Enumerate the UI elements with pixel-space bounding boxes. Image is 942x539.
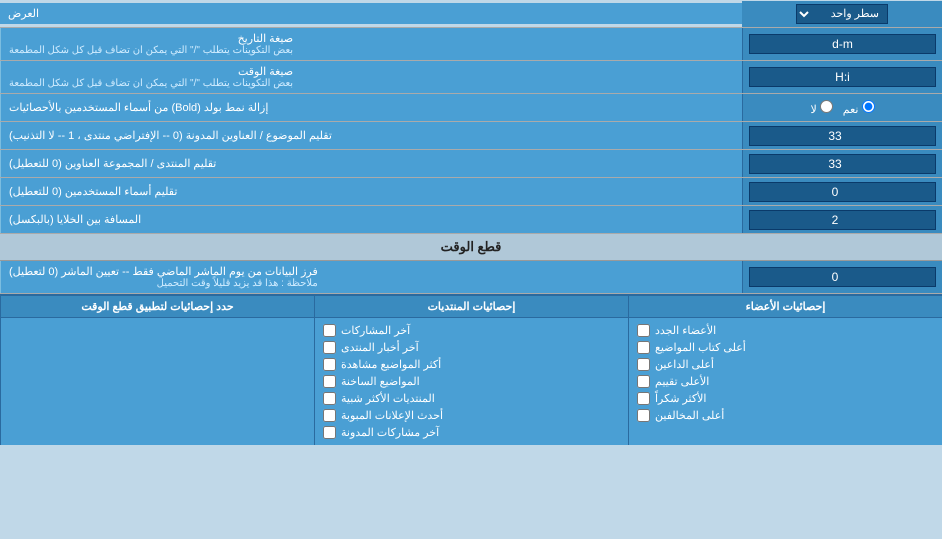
- topic-titles-input-cell: [742, 122, 942, 149]
- check-most-viewed: أكثر المواضيع مشاهدة: [323, 356, 620, 373]
- check-hot-topics: المواضيع الساخنة: [323, 373, 620, 390]
- cutoff-input-cell: [742, 261, 942, 293]
- cell-spacing-input-cell: [742, 206, 942, 233]
- cb-top-referrers[interactable]: [637, 358, 650, 371]
- cell-spacing-row: المسافة بين الخلايا (بالبكسل): [0, 206, 942, 234]
- wrap-row: سطر واحد متعدد الأسطر العرض: [0, 0, 942, 28]
- limit-col: [0, 318, 314, 445]
- radio-yes-label[interactable]: نعم: [843, 100, 875, 116]
- topic-titles-row: تقليم الموضوع / العناوين المدونة (0 -- ا…: [0, 122, 942, 150]
- cb-most-viewed[interactable]: [323, 358, 336, 371]
- forum-titles-row: تقليم المنتدى / المجموعة العناوين (0 للت…: [0, 150, 942, 178]
- forum-titles-input-cell: [742, 150, 942, 177]
- check-last-posts: آخر المشاركات: [323, 322, 620, 339]
- cell-spacing-label: المسافة بين الخلايا (بالبكسل): [0, 206, 742, 233]
- topic-titles-label: تقليم الموضوع / العناوين المدونة (0 -- ا…: [0, 122, 742, 149]
- cutoff-label: فرز البيانات من يوم الماشر الماضي فقط --…: [0, 261, 742, 293]
- date-format-input[interactable]: [749, 34, 936, 54]
- check-top-rated: الأعلى تقييم: [637, 373, 934, 390]
- check-blog-posts: آخر مشاركات المدونة: [323, 424, 620, 441]
- topic-titles-input[interactable]: [749, 126, 936, 146]
- cb-top-warned[interactable]: [637, 409, 650, 422]
- cb-classifieds[interactable]: [323, 409, 336, 422]
- usernames-input[interactable]: [749, 182, 936, 202]
- cutoff-row: فرز البيانات من يوم الماشر الماضي فقط --…: [0, 261, 942, 294]
- check-most-thanks: الأكثر شكراً: [637, 390, 934, 407]
- cb-forum-news[interactable]: [323, 341, 336, 354]
- forum-titles-label: تقليم المنتدى / المجموعة العناوين (0 للت…: [0, 150, 742, 177]
- cb-top-rated[interactable]: [637, 375, 650, 388]
- cb-blog-posts[interactable]: [323, 426, 336, 439]
- check-top-warned: أعلى المخالفين: [637, 407, 934, 424]
- wrap-select[interactable]: سطر واحد متعدد الأسطر: [796, 4, 888, 24]
- col2-header: إحصائيات المنتديات: [314, 296, 628, 317]
- time-format-input-cell: [742, 61, 942, 93]
- wrap-input-cell: سطر واحد متعدد الأسطر: [742, 1, 942, 27]
- cutoff-section-header: قطع الوقت: [0, 234, 942, 261]
- date-format-label: صيغة التاريخ بعض التكوينات يتطلب "/" الت…: [0, 28, 742, 60]
- usernames-row: تقليم أسماء المستخدمين (0 للتعطيل): [0, 178, 942, 206]
- radio-no[interactable]: [820, 100, 833, 113]
- date-format-input-cell: [742, 28, 942, 60]
- time-format-row: صيغة الوقت بعض التكوينات يتطلب "/" التي …: [0, 61, 942, 94]
- usernames-label: تقليم أسماء المستخدمين (0 للتعطيل): [0, 178, 742, 205]
- forum-titles-input[interactable]: [749, 154, 936, 174]
- bold-remove-input-cell: نعم لا: [742, 94, 942, 121]
- wrap-label: العرض: [0, 3, 742, 24]
- cb-hot-topics[interactable]: [323, 375, 336, 388]
- check-top-referrers: أعلى الداعين: [637, 356, 934, 373]
- bottom-cols: الأعضاء الجدد أعلى كتاب المواضيع أعلى ال…: [0, 318, 942, 445]
- time-format-label: صيغة الوقت بعض التكوينات يتطلب "/" التي …: [0, 61, 742, 93]
- check-classifieds: أحدث الإعلانات المبوبة: [323, 407, 620, 424]
- time-format-input[interactable]: [749, 67, 936, 87]
- check-top-posters: أعلى كتاب المواضيع: [637, 339, 934, 356]
- check-forum-news: آخر أخبار المنتدى: [323, 339, 620, 356]
- date-format-row: صيغة التاريخ بعض التكوينات يتطلب "/" الت…: [0, 28, 942, 61]
- forums-col: آخر المشاركات آخر أخبار المنتدى أكثر الم…: [314, 318, 628, 445]
- radio-yes[interactable]: [862, 100, 875, 113]
- check-popular-forums: المنتديات الأكثر شبية: [323, 390, 620, 407]
- cb-top-posters[interactable]: [637, 341, 650, 354]
- radio-no-label[interactable]: لا: [810, 100, 832, 116]
- col1-header: إحصائيات الأعضاء: [628, 296, 942, 317]
- bottom-section: إحصائيات الأعضاء إحصائيات المنتديات حدد …: [0, 294, 942, 445]
- check-new-members: الأعضاء الجدد: [637, 322, 934, 339]
- bottom-header-row: إحصائيات الأعضاء إحصائيات المنتديات حدد …: [0, 296, 942, 318]
- bold-remove-row: نعم لا إزالة نمط بولد (Bold) من أسماء ال…: [0, 94, 942, 122]
- cell-spacing-input[interactable]: [749, 210, 936, 230]
- usernames-input-cell: [742, 178, 942, 205]
- limit-label: حدد إحصائيات لتطبيق قطع الوقت: [0, 296, 314, 317]
- cb-most-thanks[interactable]: [637, 392, 650, 405]
- members-col: الأعضاء الجدد أعلى كتاب المواضيع أعلى ال…: [628, 318, 942, 445]
- bold-remove-label: إزالة نمط بولد (Bold) من أسماء المستخدمي…: [0, 94, 742, 121]
- cb-last-posts[interactable]: [323, 324, 336, 337]
- cb-new-members[interactable]: [637, 324, 650, 337]
- cb-popular-forums[interactable]: [323, 392, 336, 405]
- cutoff-input[interactable]: [749, 267, 936, 287]
